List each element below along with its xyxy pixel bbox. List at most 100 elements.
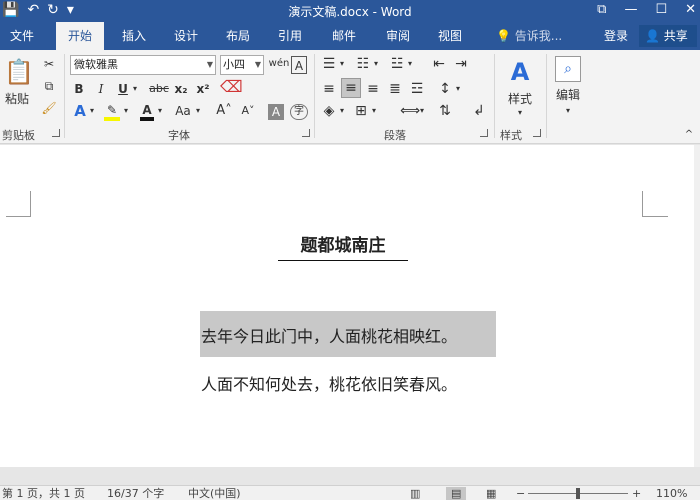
document-heading[interactable]: 题都城南庄 [278,231,408,261]
zoom-level[interactable]: 110% [656,487,687,500]
chevron-down-icon[interactable]: ▼ [255,56,261,74]
styles-launcher-icon[interactable] [533,129,541,137]
show-marks-icon[interactable]: ↲ [470,102,488,122]
sign-in-link[interactable]: 登录 [604,22,628,50]
subscript-button[interactable]: x₂ [172,80,190,100]
chevron-down-icon[interactable]: ▾ [406,55,414,75]
web-layout-icon[interactable]: ▦ [486,487,496,500]
document-paragraph[interactable]: 去年今日此门中，人面桃花相映红。 [201,323,457,347]
borders-icon[interactable]: ⊞ [352,102,370,122]
multilevel-list-icon[interactable]: ☳ [388,55,406,75]
paste-icon[interactable]: 📋 [4,58,34,88]
ribbon-display-icon[interactable]: ⧉ [597,0,606,20]
chevron-down-icon[interactable]: ▾ [88,102,96,122]
font-name-value: 微软雅黑 [74,58,118,71]
chevron-down-icon[interactable]: ▼ [207,56,213,74]
vertical-scrollbar[interactable] [694,145,700,467]
tab-review[interactable]: 审阅 [376,22,420,50]
language-indicator[interactable]: 中文(中国) [188,487,241,500]
font-launcher-icon[interactable] [302,129,310,137]
chevron-down-icon[interactable]: ▾ [372,55,380,75]
copy-icon[interactable]: ⧉ [40,77,58,97]
bold-button[interactable]: B [72,80,86,100]
character-border-icon[interactable]: A [291,56,307,74]
font-size-combobox[interactable]: 小四 ▼ [220,55,264,75]
distributed-icon[interactable]: ☲ [408,80,426,100]
paragraph-launcher-icon[interactable] [480,129,488,137]
clear-formatting-icon[interactable]: ⌫ [220,78,243,98]
maximize-icon[interactable]: ☐ [655,0,667,20]
zoom-in-button[interactable]: + [632,487,641,500]
highlight-color-icon[interactable]: ✎ [104,101,120,121]
tell-me-text: 告诉我... [514,29,563,43]
sort-icon[interactable]: ⇅ [436,102,454,122]
justify-icon[interactable]: ≣ [386,80,404,100]
window-title: 演示文稿.docx - Word [288,5,412,19]
align-right-icon[interactable]: ≡ [364,80,382,100]
format-painter-icon[interactable]: 🖌 [40,99,58,119]
shading-icon[interactable]: ◈ [320,102,338,122]
font-name-combobox[interactable]: 微软雅黑 ▼ [70,55,216,75]
group-divider [64,54,65,138]
clipboard-launcher-icon[interactable] [52,129,60,137]
word-count[interactable]: 16/37 个字 [107,487,164,500]
find-icon[interactable]: ⌕ [555,56,581,82]
strikethrough-button[interactable]: abc [148,80,170,100]
page-count[interactable]: 第 1 页，共 1 页 [2,487,85,500]
chevron-down-icon[interactable]: ▾ [338,102,346,122]
change-case-button[interactable]: Aa [172,102,194,122]
italic-button[interactable]: I [94,80,108,100]
text-effects-icon[interactable]: A [72,102,88,122]
chevron-down-icon[interactable]: ▾ [514,104,526,124]
tab-file[interactable]: 文件 [0,22,44,50]
chevron-down-icon[interactable]: ▾ [156,102,164,122]
numbering-icon[interactable]: ☷ [354,55,372,75]
chevron-down-icon[interactable]: ▾ [338,55,346,75]
document-area: 题都城南庄 去年今日此门中，人面桃花相映红。 人面不知何处去，桃花依旧笑春风。 [0,145,700,485]
tab-design[interactable]: 设计 [164,22,208,50]
chinese-layout-icon[interactable]: ⟺ [400,102,420,122]
cut-icon[interactable]: ✂ [40,55,58,75]
styles-icon[interactable]: A [504,58,536,88]
share-label: 共享 [663,29,688,43]
chevron-down-icon[interactable]: ▾ [370,102,378,122]
superscript-button[interactable]: x² [194,80,212,100]
share-button[interactable]: 👤 共享 [639,25,697,47]
tab-home[interactable]: 开始 [56,22,104,50]
tab-references[interactable]: 引用 [268,22,312,50]
line-spacing-icon[interactable]: ↕ [436,80,454,100]
tab-layout[interactable]: 布局 [216,22,260,50]
chevron-down-icon[interactable]: ▾ [454,80,462,100]
enclose-characters-icon[interactable]: 字 [290,104,308,120]
paste-button-label[interactable]: 粘贴 [2,90,32,110]
tab-view[interactable]: 视图 [428,22,472,50]
grow-font-icon[interactable]: A˄ [216,102,232,122]
character-shading-icon[interactable]: A [268,104,284,120]
zoom-out-button[interactable]: − [516,487,525,500]
increase-indent-icon[interactable]: ⇥ [452,55,470,75]
align-center-icon[interactable]: ≡ [341,78,361,98]
chevron-down-icon[interactable]: ▾ [194,102,202,122]
collapse-ribbon-icon[interactable]: ^ [682,126,696,146]
decrease-indent-icon[interactable]: ⇤ [430,55,448,75]
phonetic-guide-icon[interactable]: wén [268,55,290,75]
tab-insert[interactable]: 插入 [112,22,156,50]
tell-me-search[interactable]: 💡 告诉我... [496,22,562,50]
underline-button[interactable]: U [116,80,130,100]
chevron-down-icon[interactable]: ▾ [122,102,130,122]
bullets-icon[interactable]: ☰ [320,55,338,75]
close-icon[interactable]: ✕ [685,0,696,20]
minimize-icon[interactable]: — [624,0,637,20]
print-layout-icon[interactable]: ▤ [446,487,467,500]
chevron-down-icon[interactable]: ▾ [130,80,140,100]
read-mode-icon[interactable]: ▥ [410,487,420,500]
document-page[interactable]: 题都城南庄 去年今日此门中，人面桃花相映红。 人面不知何处去，桃花依旧笑春风。 [0,145,694,467]
chevron-down-icon[interactable]: ▾ [418,102,426,122]
tab-mailings[interactable]: 邮件 [320,22,368,50]
document-paragraph[interactable]: 人面不知何处去，桃花依旧笑春风。 [201,371,457,395]
zoom-slider-thumb[interactable] [576,488,580,499]
shrink-font-icon[interactable]: A˅ [240,102,256,122]
align-left-icon[interactable]: ≡ [320,80,338,100]
chevron-down-icon[interactable]: ▾ [562,102,574,122]
font-color-icon[interactable]: A [140,101,154,121]
